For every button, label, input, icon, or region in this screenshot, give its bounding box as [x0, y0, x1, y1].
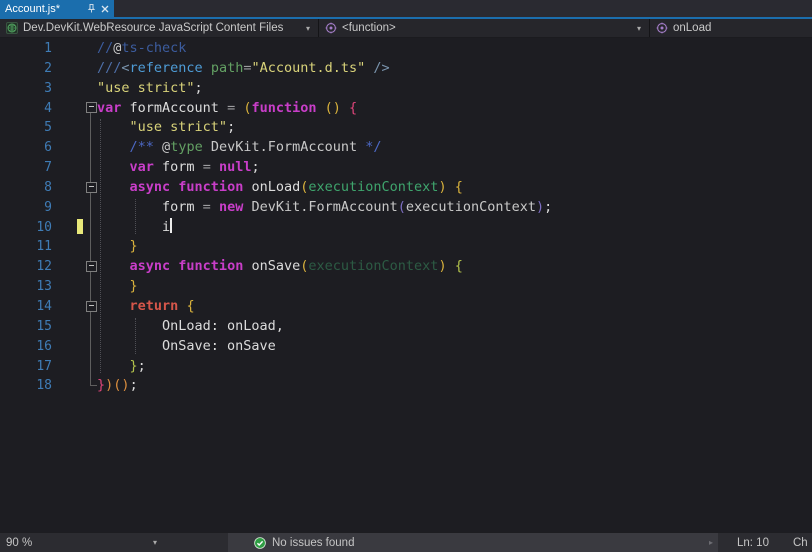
member-dropdown[interactable]: onLoad — [650, 19, 812, 37]
code-line[interactable]: var form = null; — [97, 158, 812, 178]
fold-collapse-button[interactable] — [86, 181, 97, 193]
method-icon — [325, 22, 337, 34]
editor-bottom-bar: 90 % ▾ No issues found ▸ Ln: 10 Ch — [0, 532, 812, 552]
tab-account-js[interactable]: Account.js* — [0, 0, 114, 17]
code-editor[interactable]: 1 2 3 4 5 6 7 8 9 10 11 12 13 14 15 16 17 18 //@ts-check /… — [0, 38, 812, 532]
horizontal-scrollbar[interactable]: No issues found ▸ — [228, 533, 718, 552]
code-line[interactable]: /** @type DevKit.FormAccount */ — [97, 138, 812, 158]
vs-editor-window: Account.js* Dev.DevKit.WebResource JavaS… — [0, 0, 812, 552]
line-number: 7 — [44, 160, 52, 176]
fold-outline-line — [90, 107, 91, 386]
web-resource-icon — [6, 22, 18, 34]
chevron-down-icon[interactable]: ▾ — [306, 24, 312, 33]
method-icon — [656, 22, 668, 34]
code-line[interactable]: i — [97, 217, 812, 238]
line-number: 10 — [36, 219, 52, 235]
chevron-down-icon[interactable]: ▾ — [153, 533, 157, 552]
project-dropdown[interactable]: Dev.DevKit.WebResource JavaScript Conten… — [0, 19, 319, 37]
line-number: 4 — [44, 100, 52, 116]
code-line[interactable]: OnLoad: onLoad, — [97, 317, 812, 337]
line-number: 8 — [44, 179, 52, 195]
line-number-margin: 1 2 3 4 5 6 7 8 9 10 11 12 13 14 15 16 17 18 — [0, 39, 52, 396]
navigation-bar: Dev.DevKit.WebResource JavaScript Conten… — [0, 19, 812, 38]
line-number: 14 — [36, 298, 52, 314]
member-dropdown-label: onLoad — [673, 22, 712, 34]
line-number: 16 — [36, 338, 52, 354]
check-circle-icon — [254, 536, 266, 549]
code-line[interactable]: return { — [97, 297, 812, 317]
tab-title: Account.js* — [5, 2, 61, 15]
code-line[interactable]: var formAccount = (function () { — [97, 99, 812, 119]
code-line[interactable]: async function onSave(executionContext) … — [97, 257, 812, 277]
line-number: 5 — [44, 120, 52, 136]
pin-icon[interactable] — [87, 4, 96, 13]
code-line[interactable]: OnSave: onSave — [97, 337, 812, 357]
code-line[interactable]: } — [97, 237, 812, 257]
line-number: 1 — [44, 41, 52, 56]
char-indicator: Ch — [793, 536, 808, 549]
close-icon[interactable] — [101, 5, 109, 13]
chevron-down-icon[interactable]: ▾ — [637, 24, 643, 33]
line-number: 6 — [44, 140, 52, 156]
code-line[interactable]: form = new DevKit.FormAccount(executionC… — [97, 198, 812, 218]
line-number: 12 — [36, 259, 52, 275]
scope-dropdown[interactable]: <function> ▾ — [319, 19, 650, 37]
code-line[interactable]: ///<reference path="Account.d.ts" /> — [97, 59, 812, 79]
line-number: 15 — [36, 318, 52, 334]
fold-outline-end — [90, 385, 97, 387]
zoom-selector[interactable]: 90 % — [6, 533, 32, 552]
scope-dropdown-label: <function> — [342, 22, 396, 34]
text-caret — [170, 217, 172, 233]
fold-collapse-button[interactable] — [86, 261, 97, 273]
fold-collapse-button[interactable] — [86, 300, 97, 312]
zoom-level-label: 90 % — [6, 536, 33, 549]
health-label: No issues found — [272, 536, 355, 549]
line-number: 9 — [44, 199, 52, 215]
line-number: 3 — [44, 80, 52, 96]
line-number: 11 — [36, 239, 52, 255]
code-line[interactable]: async function onLoad(executionContext) … — [97, 178, 812, 198]
document-health-indicator[interactable]: No issues found — [254, 537, 354, 549]
line-number: 17 — [36, 358, 52, 374]
code-line[interactable]: }; — [97, 357, 812, 377]
code-line[interactable]: })(); — [97, 376, 812, 396]
line-number: 13 — [36, 279, 52, 295]
unsaved-change-bar — [77, 218, 83, 235]
line-indicator: Ln: 10 — [737, 536, 769, 549]
project-dropdown-label: Dev.DevKit.WebResource JavaScript Conten… — [23, 22, 284, 34]
code-area[interactable]: //@ts-check///<reference path="Account.d… — [97, 39, 812, 396]
line-number: 18 — [36, 378, 52, 394]
tab-bar: Account.js* — [0, 0, 812, 17]
code-line[interactable]: } — [97, 277, 812, 297]
fold-collapse-button[interactable] — [86, 102, 97, 114]
code-line[interactable]: //@ts-check — [97, 39, 812, 59]
code-line[interactable]: "use strict"; — [97, 79, 812, 99]
line-number: 2 — [44, 60, 52, 76]
scroll-right-icon[interactable]: ▸ — [709, 538, 718, 547]
code-line[interactable]: "use strict"; — [97, 118, 812, 138]
